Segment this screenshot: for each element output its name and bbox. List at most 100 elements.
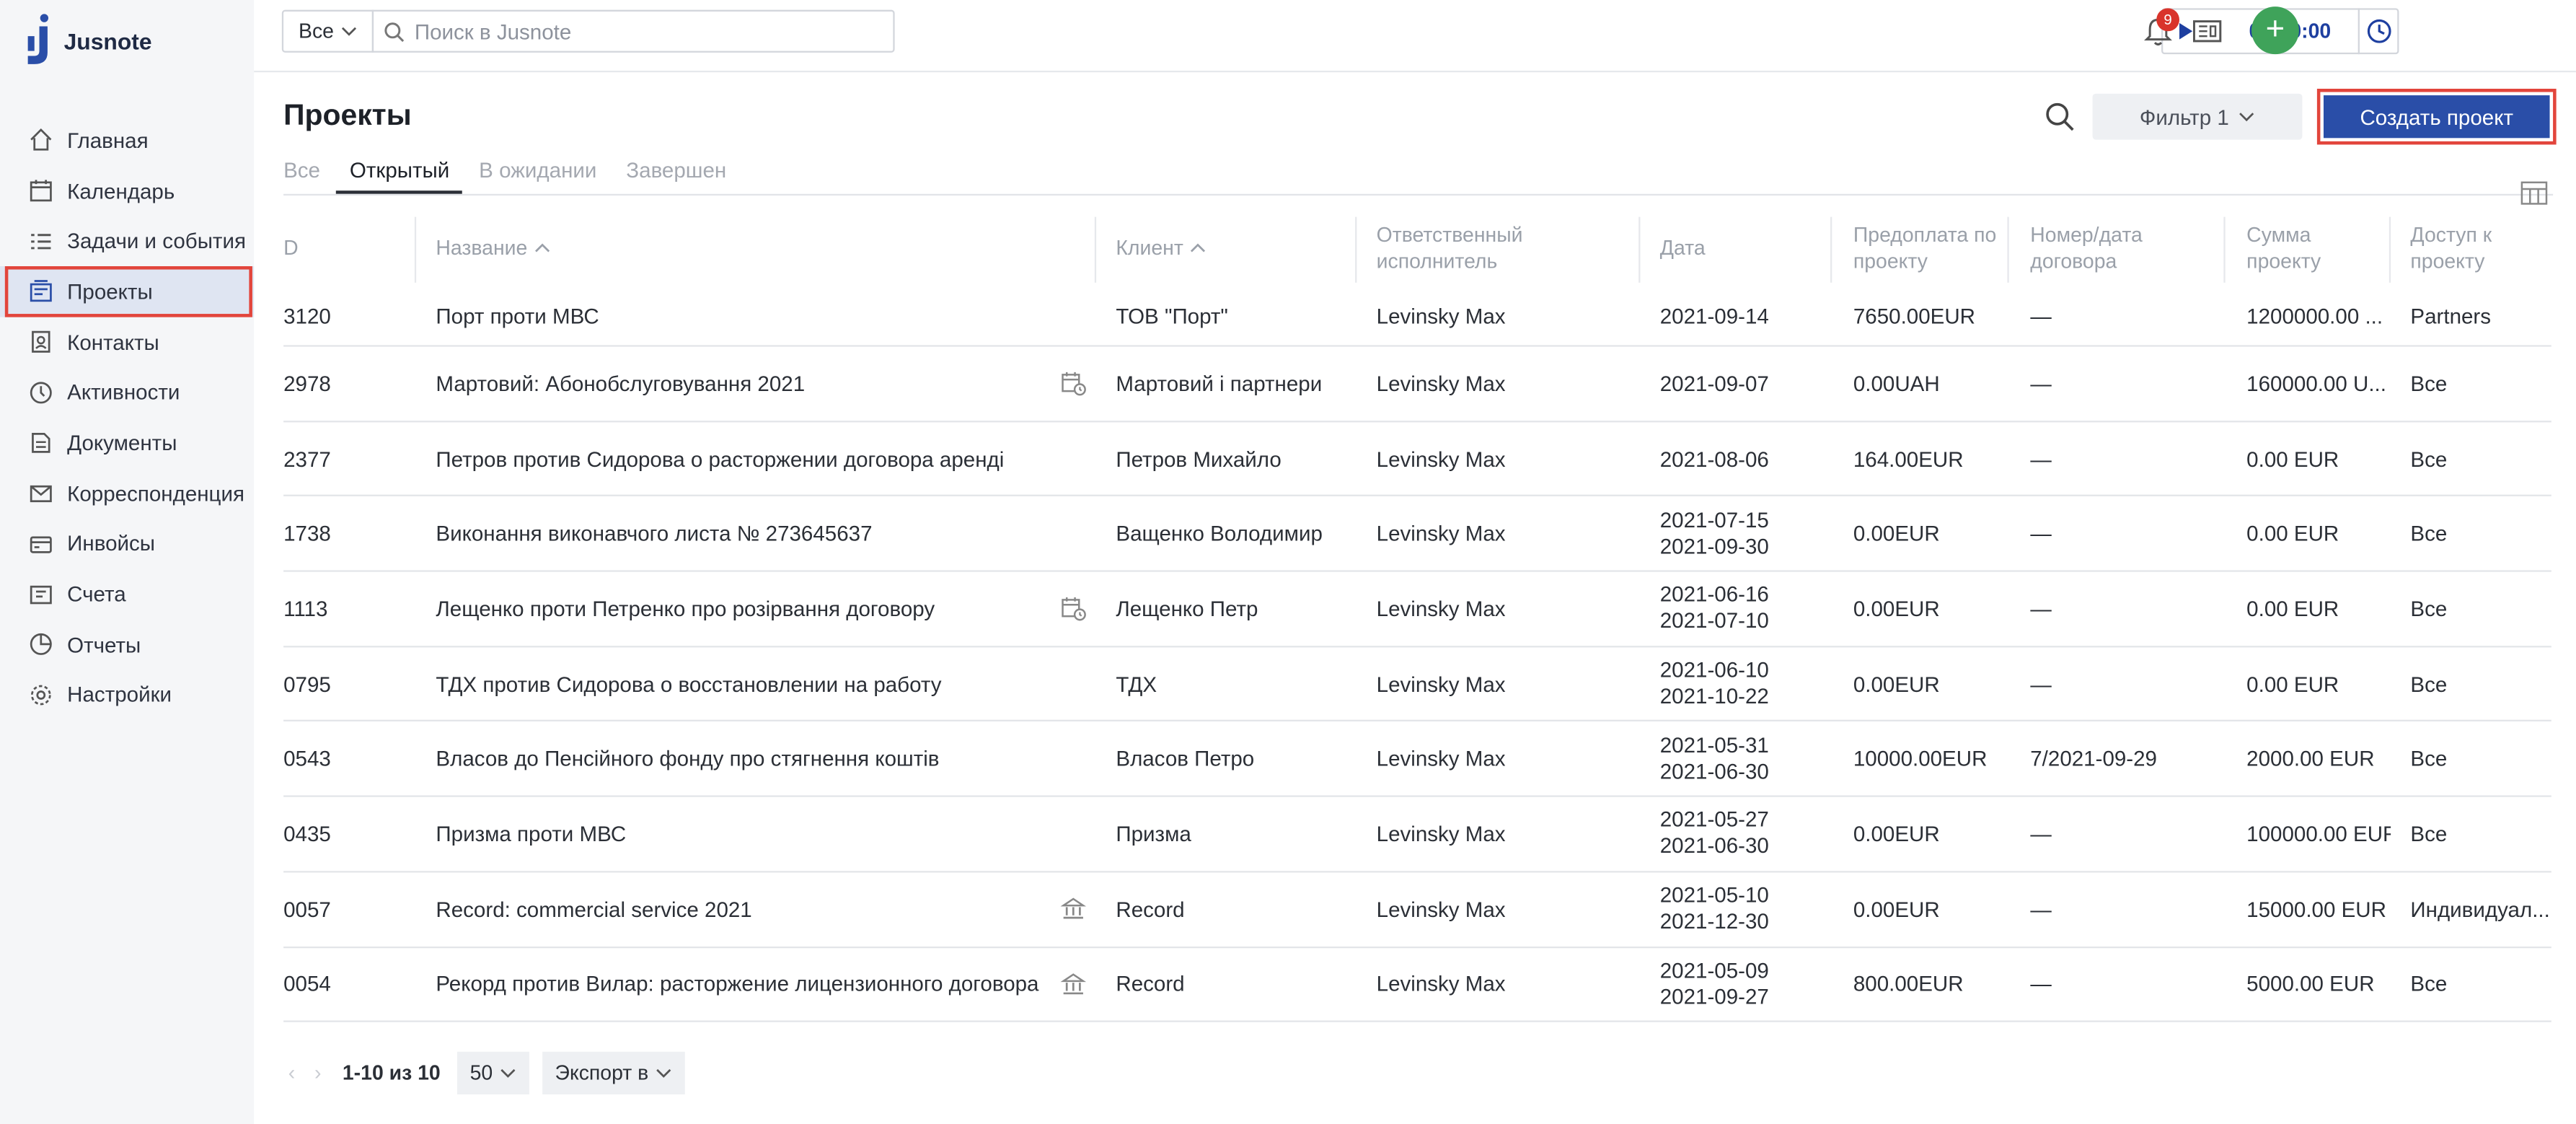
tabs-divider xyxy=(283,193,2554,196)
search-input[interactable] xyxy=(414,19,874,44)
contacts-icon xyxy=(32,330,50,354)
table-row[interactable]: 0054 Рекорд против Вилар: расторжение лиц… xyxy=(283,947,2551,1023)
tab-2[interactable]: В ожидании xyxy=(479,152,596,194)
tab-1[interactable]: Открытый xyxy=(336,152,463,194)
sidebar-item-projects[interactable]: Проекты xyxy=(0,266,255,317)
cell-name[interactable]: Петров против Сидорова о расторжении дог… xyxy=(436,422,1058,496)
table-row[interactable]: 0057 Record: commercial service 2021 Recor… xyxy=(283,872,2551,948)
search-scope-value: Все xyxy=(299,19,334,43)
cell-amount: 0.00 EUR xyxy=(2246,671,2339,696)
table-row[interactable]: 2978 Мартовий: Абонобслуговування 2021 Мар… xyxy=(283,347,2551,422)
col-client-header[interactable]: Клиент xyxy=(1116,211,1345,286)
column-settings-icon[interactable] xyxy=(2520,179,2549,207)
prev-page-icon[interactable]: ‹ xyxy=(283,1061,300,1084)
cell-date: 2021-07-15 2021-09-30 xyxy=(1660,497,1824,571)
cell-id: 3120 xyxy=(283,303,331,328)
table-row[interactable]: 1113 Лещенко проти Петренко про розірванн… xyxy=(283,572,2551,647)
cell-name[interactable]: Мартовий: Абонобслуговування 2021 xyxy=(436,347,1058,421)
cell-name[interactable]: Лещенко проти Петренко про розірвання до… xyxy=(436,572,1058,646)
cell-name[interactable]: ТДХ против Сидорова о восстановлении на … xyxy=(436,647,1058,721)
tab-3[interactable]: Завершен xyxy=(626,152,726,194)
col-contract-header[interactable]: Номер/дата договора xyxy=(2030,211,2177,286)
cell-contract: — xyxy=(2030,446,2052,471)
cell-amount: 0.00 EUR xyxy=(2246,521,2339,546)
cell-name[interactable]: Рекорд против Вилар: расторжение лицензи… xyxy=(436,947,1058,1021)
export-dropdown[interactable]: Экспорт в xyxy=(542,1051,685,1095)
cell-client: Ващенко Володимир xyxy=(1116,521,1323,546)
tab-0[interactable]: Все xyxy=(283,152,320,194)
date-start: 2021-07-15 xyxy=(1659,507,1769,532)
col-access-header[interactable]: Доступ к проекту xyxy=(2410,211,2525,286)
search-icon xyxy=(384,22,405,42)
add-button[interactable]: + xyxy=(2251,6,2299,55)
sidebar-item-icon xyxy=(28,581,54,607)
create-project-button[interactable]: Создать проект xyxy=(2323,95,2550,139)
sidebar-item-icon xyxy=(28,430,54,456)
sort-asc-icon xyxy=(534,243,550,253)
sidebar-item-contacts[interactable]: Контакты xyxy=(0,317,254,367)
top-bar: Все 00:00:00 9 + xyxy=(254,0,2576,73)
sidebar: Jusnote Главная Календарь Задачи и события… xyxy=(0,0,255,1124)
cell-name[interactable]: Виконання виконавчого листа № 273645637 xyxy=(436,497,1058,571)
col-contract-label: Номер/дата договора xyxy=(2030,223,2143,273)
cell-prepay: 0.00EUR xyxy=(1853,596,1940,621)
cell-id: 1738 xyxy=(283,521,331,546)
sidebar-item-accounts[interactable]: Счета xyxy=(0,569,254,620)
table-row[interactable]: 0435 Призма проти МВС Призма Levinsky Max 20… xyxy=(283,797,2551,873)
sidebar-item-invoices[interactable]: Инвойсы xyxy=(0,519,254,569)
col-client-label: Клиент xyxy=(1116,237,1183,260)
page-range: 1-10 из 10 xyxy=(342,1061,441,1085)
filter-label: Фильтр 1 xyxy=(2139,104,2229,129)
col-name-header[interactable]: Название xyxy=(436,211,1075,286)
row-status-icon xyxy=(1060,370,1086,397)
col-prepay-header[interactable]: Предоплата по проекту xyxy=(1853,211,2001,286)
table-row[interactable]: 0795 ТДХ против Сидорова о восстановлении… xyxy=(283,647,2551,722)
table-row[interactable]: 2377 Петров против Сидорова о расторжении… xyxy=(283,422,2551,497)
sidebar-item-calendar[interactable]: Календарь xyxy=(0,165,254,216)
cell-name[interactable]: Власов до Пенсійного фонду про стягнення… xyxy=(436,722,1058,796)
news-icon[interactable] xyxy=(2191,15,2223,48)
cell-name[interactable]: Порт проти МВС xyxy=(436,286,1058,345)
col-id-header[interactable]: D xyxy=(283,211,398,286)
col-responsible-label: Ответственный исполнитель xyxy=(1376,223,1523,273)
sidebar-item-tasks[interactable]: Задачи и события xyxy=(0,216,254,266)
status-tabs: Все Открытый В ожидании Завершен xyxy=(283,152,756,194)
sidebar-item-home[interactable]: Главная xyxy=(0,115,254,165)
col-date-header[interactable]: Дата xyxy=(1660,211,1824,286)
sidebar-item-activity[interactable]: Активности xyxy=(0,367,254,418)
table-body: 3120 Порт проти МВС ТОВ "Порт" Levinsky Max… xyxy=(283,286,2551,1023)
plus-icon: + xyxy=(2265,11,2285,48)
clock-icon xyxy=(2366,19,2391,43)
calendar-icon xyxy=(30,180,52,202)
next-page-icon[interactable]: › xyxy=(309,1061,326,1084)
cell-responsible: Levinsky Max xyxy=(1376,371,1506,396)
sidebar-item-icon xyxy=(28,278,54,304)
table-row[interactable]: 1738 Виконання виконавчого листа № 273645… xyxy=(283,497,2551,572)
page-size-select[interactable]: 50 xyxy=(456,1051,529,1095)
sidebar-item-label: Настройки xyxy=(67,682,172,708)
table-row[interactable]: 3120 Порт проти МВС ТОВ "Порт" Levinsky Max… xyxy=(283,286,2551,347)
search-icon[interactable] xyxy=(2043,100,2076,133)
col-responsible-header[interactable]: Ответственный исполнитель xyxy=(1377,211,1557,286)
col-amount-header[interactable]: Сумма проекту xyxy=(2246,211,2361,286)
sidebar-item-label: Главная xyxy=(67,128,149,153)
sidebar-item-correspondence[interactable]: Корреспонденция xyxy=(0,468,254,519)
filter-dropdown[interactable]: Фильтр 1 xyxy=(2092,93,2303,140)
date-end: 2021-06-30 xyxy=(1659,758,1769,784)
cell-access: Все xyxy=(2410,521,2448,546)
timer-history-button[interactable] xyxy=(2357,8,2398,55)
sidebar-item-reports[interactable]: Отчеты xyxy=(0,619,254,669)
cell-name[interactable]: Record: commercial service 2021 xyxy=(436,872,1058,946)
page-size-value: 50 xyxy=(469,1061,493,1085)
cell-contract: — xyxy=(2030,821,2052,846)
global-search[interactable] xyxy=(371,9,895,53)
sidebar-nav: Главная Календарь Задачи и события Проекты К… xyxy=(0,115,255,720)
sidebar-item-documents[interactable]: Документы xyxy=(0,418,254,468)
cell-client: Призма xyxy=(1116,821,1191,846)
app-logo[interactable]: Jusnote xyxy=(23,13,152,66)
cell-name[interactable]: Призма проти МВС xyxy=(436,797,1058,871)
sidebar-item-settings[interactable]: Настройки xyxy=(0,669,254,720)
cell-client: Власов Петро xyxy=(1116,746,1255,771)
table-row[interactable]: 0543 Власов до Пенсійного фонду про стягн… xyxy=(283,722,2551,798)
search-scope-select[interactable]: Все xyxy=(281,9,374,53)
